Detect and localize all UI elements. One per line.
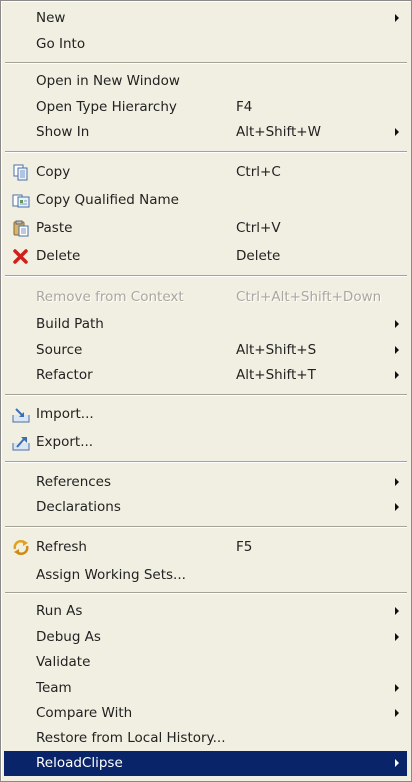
refresh-icon <box>13 540 29 555</box>
context-menu: New Go Into Open in New Window Open Type… <box>0 0 412 782</box>
menu-item-label: Run As <box>36 603 83 619</box>
menu-item-source[interactable]: Source Alt+Shift+S <box>4 338 407 363</box>
menu-item-shortcut: Alt+Shift+S <box>236 342 317 358</box>
menu-separator <box>5 592 407 594</box>
menu-item-run-as[interactable]: Run As <box>4 599 407 624</box>
submenu-arrow-icon <box>395 633 399 641</box>
submenu-arrow-icon <box>395 128 399 136</box>
menu-item-label: Team <box>36 680 72 696</box>
menu-item-reloadclipse[interactable]: ReloadClipse <box>4 751 407 776</box>
copy-qualified-name-icon <box>12 194 30 208</box>
menu-item-import[interactable]: Import... <box>4 402 407 427</box>
submenu-arrow-icon <box>395 503 399 511</box>
menu-item-label: References <box>36 474 112 490</box>
menu-item-shortcut: Delete <box>236 248 281 264</box>
paste-icon <box>13 220 29 237</box>
menu-item-label: Paste <box>36 220 73 236</box>
menu-item-label: Import... <box>36 406 94 422</box>
menu-item-label: Copy <box>36 164 71 180</box>
menu-item-shortcut: Ctrl+Alt+Shift+Down <box>236 289 382 305</box>
menu-item-restore-from-local-history[interactable]: Restore from Local History... <box>4 726 407 751</box>
menu-item-label: Open Type Hierarchy <box>36 99 177 115</box>
submenu-arrow-icon <box>395 320 399 328</box>
menu-item-delete[interactable]: Delete Delete <box>4 244 407 269</box>
menu-item-open-in-new-window[interactable]: Open in New Window <box>4 69 407 94</box>
delete-icon <box>13 249 28 264</box>
menu-item-label: Compare With <box>36 705 133 721</box>
menu-item-label: Go Into <box>36 36 86 52</box>
submenu-arrow-icon <box>395 684 399 692</box>
submenu-arrow-icon <box>395 478 399 486</box>
menu-item-new[interactable]: New <box>4 6 407 31</box>
menu-item-label: Restore from Local History... <box>36 730 226 746</box>
menu-item-label: ReloadClipse <box>36 755 123 771</box>
menu-item-label: Source <box>36 342 83 358</box>
menu-item-copy[interactable]: Copy Ctrl+C <box>4 160 407 185</box>
menu-item-shortcut: F4 <box>236 99 253 115</box>
submenu-arrow-icon <box>395 346 399 354</box>
menu-item-assign-working-sets[interactable]: Assign Working Sets... <box>4 563 407 588</box>
menu-item-label: Open in New Window <box>36 73 180 89</box>
export-icon <box>12 437 30 451</box>
menu-item-label: Delete <box>36 248 81 264</box>
menu-item-label: Validate <box>36 654 91 670</box>
menu-item-label: Export... <box>36 434 94 450</box>
menu-separator <box>5 394 407 396</box>
menu-item-refresh[interactable]: Refresh F5 <box>4 535 407 560</box>
menu-item-shortcut: Alt+Shift+T <box>236 367 316 383</box>
menu-separator <box>5 526 407 528</box>
menu-separator <box>5 151 407 153</box>
menu-item-paste[interactable]: Paste Ctrl+V <box>4 216 407 241</box>
menu-item-export[interactable]: Export... <box>4 430 407 455</box>
menu-item-label: Remove from Context <box>36 289 184 305</box>
submenu-arrow-icon <box>395 607 399 615</box>
menu-item-declarations[interactable]: Declarations <box>4 495 407 520</box>
menu-item-go-into[interactable]: Go Into <box>4 32 407 57</box>
menu-item-label: Declarations <box>36 499 121 515</box>
menu-item-label: Build Path <box>36 316 104 332</box>
submenu-arrow-icon <box>395 14 399 22</box>
menu-item-label: Refactor <box>36 367 93 383</box>
menu-item-remove-from-context: Remove from Context Ctrl+Alt+Shift+Down <box>4 285 407 310</box>
menu-item-references[interactable]: References <box>4 470 407 495</box>
menu-item-refactor[interactable]: Refactor Alt+Shift+T <box>4 363 407 388</box>
menu-item-label: Show In <box>36 124 90 140</box>
import-icon <box>12 408 30 423</box>
menu-item-copy-qualified-name[interactable]: Copy Qualified Name <box>4 188 407 213</box>
menu-item-label: Copy Qualified Name <box>36 192 179 208</box>
menu-item-shortcut: Ctrl+C <box>236 164 281 180</box>
menu-separator <box>5 461 407 463</box>
menu-item-label: Refresh <box>36 539 87 555</box>
submenu-arrow-icon <box>395 371 399 379</box>
menu-item-label: Debug As <box>36 629 101 645</box>
menu-item-compare-with[interactable]: Compare With <box>4 701 407 726</box>
submenu-arrow-icon <box>395 709 399 717</box>
menu-item-open-type-hierarchy[interactable]: Open Type Hierarchy F4 <box>4 95 407 120</box>
menu-item-shortcut: Alt+Shift+W <box>236 124 321 140</box>
menu-item-build-path[interactable]: Build Path <box>4 312 407 337</box>
menu-item-label: Assign Working Sets... <box>36 567 186 583</box>
menu-item-team[interactable]: Team <box>4 676 407 701</box>
submenu-arrow-icon <box>395 759 399 767</box>
menu-separator <box>5 275 407 277</box>
menu-item-validate[interactable]: Validate <box>4 650 407 675</box>
copy-icon <box>13 164 28 181</box>
menu-item-shortcut: F5 <box>236 539 253 555</box>
menu-item-shortcut: Ctrl+V <box>236 220 281 236</box>
menu-item-label: New <box>36 10 66 26</box>
menu-item-debug-as[interactable]: Debug As <box>4 625 407 650</box>
menu-item-show-in[interactable]: Show In Alt+Shift+W <box>4 120 407 145</box>
menu-separator <box>5 62 407 64</box>
